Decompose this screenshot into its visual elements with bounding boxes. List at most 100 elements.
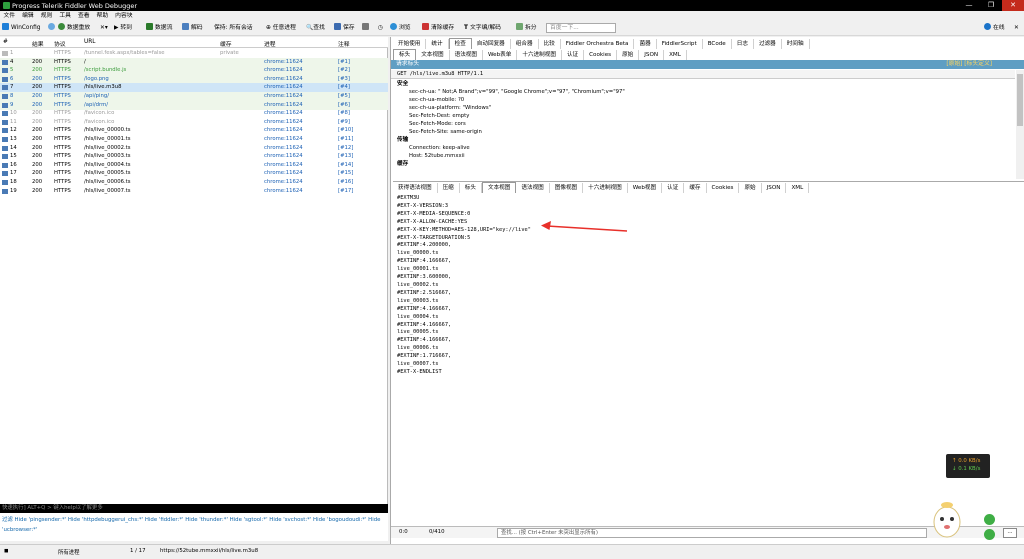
menu-edit[interactable]: 编辑 — [19, 11, 38, 21]
col-process[interactable]: 进程 — [264, 39, 276, 48]
float-add-icon[interactable] — [984, 514, 995, 525]
mascot-icon — [933, 502, 961, 538]
find-button[interactable]: 🔍查找 — [306, 23, 325, 34]
menu-file[interactable]: 文件 — [0, 11, 19, 21]
keep-sessions-dropdown[interactable]: 保持: 所有会话 — [214, 23, 253, 34]
replay-button[interactable]: 数据重放 — [58, 23, 90, 34]
request-header-title: 请求标头 — [396, 61, 420, 67]
screenshot-button[interactable] — [362, 23, 371, 34]
find-input[interactable]: 查找... (按 Ctrl+Enter 未突出显示所有) — [497, 528, 927, 538]
tab-request-7[interactable]: 原始 — [617, 50, 640, 60]
response-line: #EXT-X-VERSION:3 — [397, 202, 449, 209]
tab-request-6[interactable]: Cookies — [584, 50, 618, 60]
scroll-thumb[interactable] — [1017, 74, 1023, 126]
download-speed: ↓ 0.1 KB/s — [952, 466, 981, 472]
tab-request-0[interactable]: 标头 — [393, 49, 417, 60]
session-type-icon — [2, 145, 8, 151]
response-line: live_00007.ts — [397, 361, 439, 368]
tab-request-5[interactable]: 认证 — [562, 50, 585, 60]
menu-tools[interactable]: 工具 — [56, 11, 75, 21]
tab-top-12[interactable]: 时间轴 — [782, 39, 810, 49]
timer-button[interactable]: ◷ — [378, 23, 383, 34]
tab-request-3[interactable]: Web表单 — [483, 50, 518, 60]
maximize-button[interactable]: ❐ — [980, 0, 1002, 11]
float-menu-icon[interactable] — [984, 529, 995, 540]
menu-content[interactable]: 内容块 — [112, 11, 136, 21]
comment-button[interactable] — [48, 23, 57, 34]
tab-top-5[interactable]: 比较 — [539, 39, 561, 49]
col-url[interactable]: URL — [84, 39, 96, 45]
col-result[interactable]: 结果 — [32, 39, 44, 48]
tab-request-1[interactable]: 文本视图 — [416, 50, 450, 60]
menu-rules[interactable]: 规则 — [37, 11, 56, 21]
tab-top-10[interactable]: 日志 — [732, 39, 754, 49]
stream-button[interactable]: 数据流 — [146, 23, 172, 34]
header-group[interactable]: 安全 — [391, 80, 1015, 88]
request-scrollbar[interactable] — [1016, 70, 1024, 179]
save-icon — [334, 23, 341, 30]
tearoff-button[interactable]: 拆分 — [516, 23, 537, 34]
tab-top-6[interactable]: Fiddler Orchestra Beta — [561, 39, 635, 49]
go-button[interactable]: ▶ 转到 — [114, 23, 132, 34]
replay-icon — [58, 23, 65, 30]
capture-icon[interactable]: ◼ — [4, 548, 8, 554]
winconfig-button[interactable]: WinConfig — [2, 23, 41, 34]
response-line: #EXTINF:4.166667, — [397, 305, 452, 312]
quickexec-input[interactable]: 快速执行] ALT+Q > 键入help以了解更多 — [0, 504, 388, 513]
windows-icon — [2, 23, 9, 30]
response-line: live_00003.ts — [397, 297, 439, 304]
remove-button[interactable]: ✕▾ — [100, 23, 108, 34]
header-group[interactable]: 传输 — [391, 136, 1015, 144]
tab-top-7[interactable]: 菌器 — [634, 39, 657, 49]
more-button[interactable]: ... — [1003, 528, 1017, 538]
menu-help[interactable]: 帮助 — [93, 11, 112, 21]
col-protocol[interactable]: 协议 — [54, 39, 66, 48]
text-wizard-button[interactable]: T 文字编/解码 — [464, 23, 501, 34]
tab-request-2[interactable]: 语法视图 — [450, 50, 483, 60]
close-toolbar-icon[interactable]: ✕ — [1014, 23, 1019, 34]
session-type-icon — [2, 171, 8, 177]
header-group[interactable]: 缓存 — [391, 160, 1015, 168]
search-box[interactable]: 百度一下... — [546, 23, 616, 33]
menu-view[interactable]: 查看 — [74, 11, 93, 21]
col-cache[interactable]: 缓存 — [220, 39, 232, 48]
session-list[interactable]: 1 HTTPS/tunnel.fesk.aspx/tables=false priv… — [0, 48, 388, 504]
session-type-icon — [2, 119, 8, 125]
tab-top-3[interactable]: 自动回复器 — [472, 39, 511, 49]
tab-top-2[interactable]: 检查 — [448, 38, 472, 49]
col-comment[interactable]: 注释 — [338, 39, 350, 48]
cell-url: /hls/live_00007.ts — [84, 187, 131, 194]
tab-top-4[interactable]: 组合器 — [511, 39, 539, 49]
table-row[interactable]: 19 200 HTTPS/hls/live_00007.ts chrome:11624… — [0, 187, 388, 196]
tab-top-11[interactable]: 过滤器 — [754, 39, 782, 49]
response-line: live_00000.ts — [397, 250, 439, 257]
session-type-icon — [2, 180, 8, 185]
any-process-button[interactable]: ⊕ 任意进程 — [266, 23, 296, 34]
response-line: #EXTINF:4.200000, — [397, 242, 452, 249]
filter-bar[interactable]: 过滤 Hide 'pingsender:*' Hide 'httpdebugge… — [0, 513, 388, 541]
decode-button[interactable]: 解码 — [182, 23, 203, 34]
tab-top-9[interactable]: BCode — [703, 39, 732, 49]
request-header-links[interactable]: [原始] [标头定义] — [946, 60, 992, 69]
tab-top-8[interactable]: FiddlerScript — [657, 39, 703, 49]
tab-request-8[interactable]: JSON — [639, 50, 665, 60]
clear-cache-button[interactable]: 清除缓存 — [422, 23, 454, 34]
close-button[interactable]: ✕ — [1002, 0, 1024, 11]
tab-top-0[interactable]: 开始使用 — [393, 39, 427, 49]
process-filter[interactable]: 所有进程 — [58, 548, 80, 556]
crosshair-icon: ⊕ — [266, 25, 273, 31]
browse-button[interactable]: 浏览 — [390, 23, 411, 34]
response-line: live_00004.ts — [397, 313, 439, 320]
status-bar: ◼ 所有进程 1 / 17 https://52tube.mmxxii/hls/… — [0, 544, 1024, 559]
col-id[interactable]: # — [3, 39, 8, 45]
cell-protocol: HTTPS — [54, 187, 71, 194]
tab-request-4[interactable]: 十六进制视图 — [517, 50, 562, 60]
online-indicator[interactable]: 在线 — [984, 23, 1005, 34]
session-type-icon — [2, 68, 8, 74]
tab-top-1[interactable]: 统计 — [426, 39, 449, 49]
tab-request-9[interactable]: XML — [664, 50, 687, 60]
request-line: GET /hls/live.m3u8 HTTP/1.1 — [391, 70, 1015, 79]
minimize-button[interactable]: — — [958, 0, 980, 11]
save-button[interactable]: 保存 — [334, 23, 355, 34]
response-text[interactable]: #EXTM3U #EXT-X-VERSION:3 #EXT-X-MEDIA-SEQU… — [391, 191, 1024, 523]
